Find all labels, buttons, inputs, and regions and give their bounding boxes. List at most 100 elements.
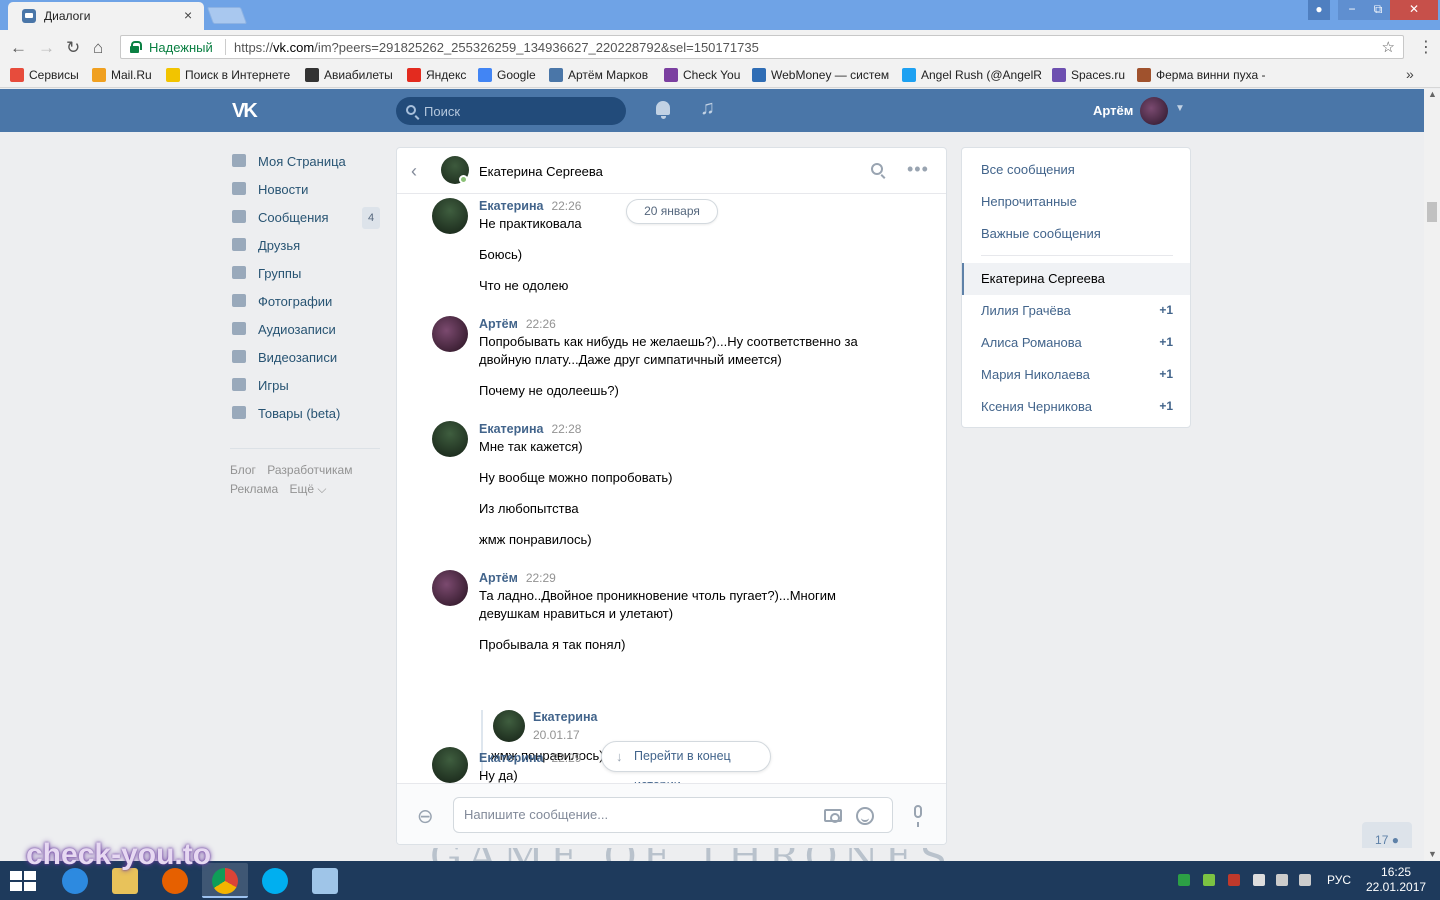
forwarded-author[interactable]: Екатерина	[533, 710, 597, 724]
author-name[interactable]: Екатерина	[479, 751, 543, 765]
notifications-bell-icon[interactable]	[656, 101, 670, 119]
maximize-button[interactable]: ⧉	[1366, 0, 1390, 20]
footer-link-developers[interactable]: Разработчикам	[267, 463, 352, 477]
author-name[interactable]: Артём	[479, 571, 518, 585]
sidebar-item[interactable]: Сообщения 4	[230, 204, 382, 232]
bookmark-item[interactable]: Сервисы	[10, 68, 79, 82]
tray-app-icon[interactable]	[1203, 874, 1215, 886]
taskbar-notes-icon[interactable]	[302, 863, 348, 898]
search-input[interactable]	[424, 102, 614, 120]
sidebar-item[interactable]: Игры	[230, 372, 382, 400]
browser-menu-icon[interactable]: ⋮	[1418, 37, 1434, 57]
sidebar-item[interactable]: Фотографии	[230, 288, 382, 316]
message-input-box[interactable]	[453, 797, 893, 833]
conversation-active[interactable]: Екатерина Сергеева	[962, 263, 1190, 295]
sender-avatar[interactable]	[432, 570, 468, 606]
contact-name[interactable]: Екатерина Сергеева	[479, 164, 603, 179]
paperclip-icon[interactable]: ⊘	[411, 802, 441, 832]
sidebar-item[interactable]: Товары (beta)	[230, 400, 382, 428]
more-dots-icon[interactable]: •••	[907, 159, 929, 180]
message-author[interactable]: Артём 22:26	[479, 317, 556, 331]
sidebar-item[interactable]: Друзья	[230, 232, 382, 260]
sidebar-item[interactable]: Моя Страница	[230, 148, 382, 176]
header-avatar[interactable]	[1140, 97, 1168, 125]
message-author[interactable]: Екатерина 22:26	[479, 199, 581, 213]
author-name[interactable]: Екатерина	[479, 199, 543, 213]
tray-app-icon[interactable]	[1178, 874, 1190, 886]
language-indicator[interactable]: РУС	[1327, 873, 1351, 887]
filter-important[interactable]: Важные сообщения	[981, 226, 1101, 241]
chevron-down-icon[interactable]: ▼	[1175, 103, 1185, 114]
scroll-down-icon[interactable]: ▼	[1428, 849, 1437, 859]
conversation-item[interactable]: Алиса Романова +1	[981, 335, 1173, 355]
tab-close-icon[interactable]: ×	[184, 7, 192, 23]
author-name[interactable]: Артём	[479, 317, 518, 331]
network-icon[interactable]	[1276, 874, 1288, 886]
sidebar-item[interactable]: Группы	[230, 260, 382, 288]
browser-tab[interactable]: Диалоги ×	[8, 2, 204, 30]
minimize-button[interactable]: −	[1338, 0, 1366, 20]
bookmark-item[interactable]: Check You	[664, 68, 740, 82]
bookmark-item[interactable]: Артём Марков	[549, 68, 648, 82]
message-history[interactable]: Екатерина 22:26 Не практиковала Боюсь) Чт…	[397, 195, 946, 783]
new-tab-button[interactable]	[206, 7, 248, 24]
conversation-item[interactable]: Лилия Грачёва +1	[981, 303, 1173, 323]
page-scrollbar[interactable]: ▲ ▼	[1424, 89, 1440, 861]
address-bar[interactable]: Надежный https://vk.com/im?peers=2918252…	[120, 35, 1404, 59]
message-author[interactable]: Екатерина 22:29	[479, 751, 581, 765]
tray-app-icon[interactable]	[1228, 874, 1240, 886]
back-arrow-icon[interactable]: ←	[10, 38, 27, 58]
emoji-icon[interactable]	[856, 807, 874, 825]
message-input[interactable]	[464, 807, 804, 825]
footer-link-ads[interactable]: Реклама	[230, 482, 278, 496]
url-text[interactable]: https://vk.com/im?peers=291825262_255326…	[234, 40, 759, 55]
microphone-icon[interactable]	[914, 805, 922, 827]
message-author[interactable]: Артём 22:29	[479, 571, 556, 585]
sender-avatar[interactable]	[432, 316, 468, 352]
bookmark-item[interactable]: Яндекс	[407, 68, 466, 82]
footer-link-more[interactable]: Ещё ⌵	[289, 482, 326, 496]
profile-icon[interactable]: ●	[1308, 0, 1330, 20]
filter-all-messages[interactable]: Все сообщения	[981, 162, 1075, 177]
forward-arrow-icon[interactable]: →	[38, 38, 55, 58]
search-icon[interactable]	[871, 163, 883, 175]
filter-unread[interactable]: Непрочитанные	[981, 194, 1077, 209]
windows-start-icon[interactable]	[10, 871, 36, 891]
conversation-item[interactable]: Мария Николаева +1	[981, 367, 1173, 387]
taskbar-skype-icon[interactable]	[252, 863, 298, 898]
bookmark-item[interactable]: Mail.Ru	[92, 68, 152, 82]
music-note-icon[interactable]: ♫	[700, 97, 715, 120]
close-window-button[interactable]: ✕	[1390, 0, 1438, 20]
sender-avatar[interactable]	[432, 421, 468, 457]
sidebar-item[interactable]: Аудиозаписи	[230, 316, 382, 344]
author-name[interactable]: Екатерина	[479, 422, 543, 436]
camera-icon[interactable]	[824, 809, 842, 823]
back-chevron-icon[interactable]: ‹	[411, 161, 417, 182]
sidebar-item[interactable]: Видеозаписи	[230, 344, 382, 372]
bookmark-item[interactable]: Авиабилеты	[305, 68, 393, 82]
bookmark-item[interactable]: Spaces.ru	[1052, 68, 1125, 82]
jump-to-end-button[interactable]: ↓ Перейти в конец истории	[601, 741, 771, 792]
bookmark-item[interactable]: Angel Rush (@AngelR	[902, 68, 1042, 82]
sidebar-item[interactable]: Новости	[230, 176, 382, 204]
bookmark-item[interactable]: Ферма винни пуха -	[1137, 68, 1265, 82]
bookmark-item[interactable]: WebMoney — систем	[752, 68, 889, 82]
system-clock[interactable]: 16:25 22.01.2017	[1366, 865, 1426, 895]
forwarded-avatar[interactable]	[493, 710, 525, 742]
volume-icon[interactable]	[1299, 874, 1311, 886]
bookmark-item[interactable]: Google	[478, 68, 536, 82]
reload-icon[interactable]: ↻	[66, 38, 80, 58]
bookmark-star-icon[interactable]: ☆	[1382, 38, 1395, 56]
scrollbar-thumb[interactable]	[1427, 202, 1437, 222]
vk-logo[interactable]: VK	[232, 100, 266, 122]
scroll-up-icon[interactable]: ▲	[1428, 89, 1437, 99]
bookmarks-more-icon[interactable]: »	[1406, 66, 1414, 82]
footer-link-blog[interactable]: Блог	[230, 463, 256, 477]
sender-avatar[interactable]	[432, 747, 468, 783]
flag-icon[interactable]	[1253, 874, 1265, 886]
message-author[interactable]: Екатерина 22:28	[479, 422, 581, 436]
vk-search[interactable]	[396, 97, 626, 125]
header-user-name[interactable]: Артём	[1093, 103, 1133, 118]
bookmark-item[interactable]: Поиск в Интернете	[166, 68, 290, 82]
conversation-item[interactable]: Ксения Черникова +1	[981, 399, 1173, 419]
